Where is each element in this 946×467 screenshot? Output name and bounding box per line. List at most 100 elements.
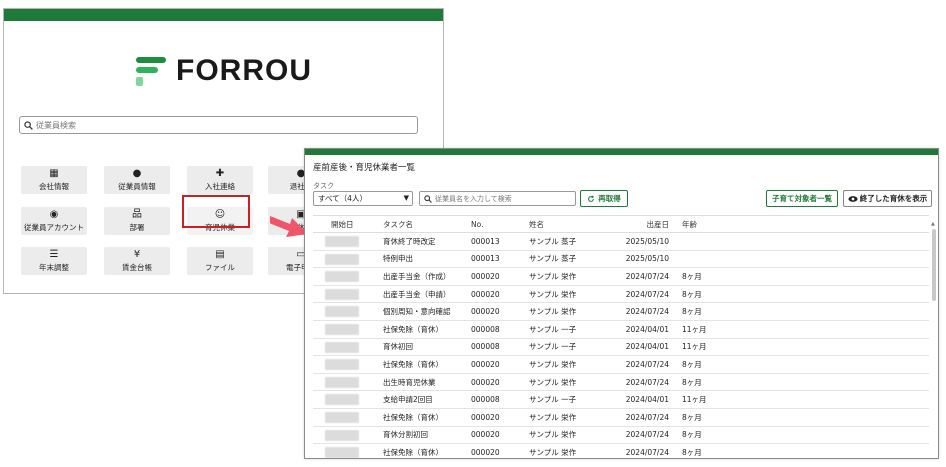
task-name-cell: 支給申請2回目 [383, 395, 433, 405]
birth-date-cell: 2024/04/01 [625, 324, 669, 334]
task-name-cell: 出生時育児休業 [383, 377, 436, 387]
name-cell: サンプル 栄作 [529, 307, 577, 317]
home-top-bar [4, 9, 443, 21]
task-name-cell: 育休初回 [383, 342, 413, 352]
no-cell: 000020 [471, 359, 500, 369]
col-birth-date[interactable]: 出産日 [611, 219, 670, 230]
birth-date-cell: 2024/04/01 [625, 395, 669, 405]
birth-date-cell: 2025/05/10 [625, 236, 669, 246]
table-row[interactable]: 育休分割初回 000020 サンプル 栄作 2024/07/24 8ヶ月 [313, 427, 929, 445]
org-chart-icon: 品 [132, 209, 142, 220]
logo-text: FORROU [176, 54, 312, 87]
no-cell: 000013 [471, 254, 500, 264]
tile-org-chart[interactable]: 品部署 [104, 207, 170, 235]
tile-tune[interactable]: ☰ 年末調整 [21, 247, 87, 275]
start-date-cell [313, 268, 383, 285]
show-finished-leave-button[interactable]: 終了した育休を表示 [843, 190, 932, 207]
logo-mark-icon [134, 56, 166, 86]
age-cell: 11ヶ月 [682, 324, 707, 334]
task-filter-select[interactable]: すべて（4人） ▼ [313, 191, 413, 206]
tile-label: 年末調整 [39, 263, 69, 272]
scroll-up-icon: ▲ [931, 221, 935, 227]
start-date-cell [313, 286, 383, 303]
tile-account-circle[interactable]: ◉ 従業員アカウント [21, 207, 87, 235]
task-filter-label: タスク [313, 182, 334, 190]
tile-person[interactable]: ● 従業員情報 [104, 166, 170, 194]
tile-label: 従業員情報 [118, 182, 156, 191]
table-row[interactable]: 育休初回 000008 サンプル 一子 2024/04/01 11ヶ月 [313, 339, 929, 357]
col-task-name[interactable]: タスク名 [383, 219, 471, 230]
eye-icon [848, 195, 858, 202]
file-icon: ▤ [215, 249, 225, 260]
redacted-date [325, 429, 359, 441]
reload-button-label: 再取得 [598, 194, 621, 203]
task-name-cell: 育休分割初回 [383, 430, 428, 440]
reload-button[interactable]: 再取得 [580, 190, 628, 207]
building-icon: ▦ [49, 168, 59, 179]
table-row[interactable]: 社保免除（育休） 000020 サンプル 栄作 2024/07/24 8ヶ月 [313, 356, 929, 374]
birth-date-cell: 2024/07/24 [625, 359, 669, 369]
name-cell: サンプル 一子 [529, 395, 577, 405]
start-date-cell [313, 321, 383, 338]
task-name-cell: 出産手当金（申請） [383, 289, 451, 299]
name-cell: サンプル 栄作 [529, 271, 577, 281]
no-cell: 000020 [471, 307, 500, 317]
table-scrollbar[interactable]: ▲ [931, 221, 937, 457]
col-age[interactable]: 年齢 [669, 219, 729, 230]
table-row[interactable]: 社保免除（育休） 000020 サンプル 栄作 2024/07/24 8ヶ月 [313, 409, 929, 427]
table-row[interactable]: 育休終了時改定 000013 サンプル 蒸子 2025/05/10 [313, 233, 929, 251]
childcare-tile-highlight [182, 195, 250, 228]
start-date-cell [313, 374, 383, 391]
person-add-icon: ✚ [215, 168, 225, 179]
name-cell: サンプル 栄作 [529, 377, 577, 387]
table-row[interactable]: 個別周知・意向確認 000020 サンプル 栄作 2024/07/24 8ヶ月 [313, 303, 929, 321]
employee-search-input[interactable]: 従業員検索 [19, 116, 418, 134]
tile-file[interactable]: ▤ ファイル [187, 247, 253, 275]
childcare-target-list-button[interactable]: 子育て対象者一覧 [766, 190, 838, 207]
employee-name-search-placeholder: 従業員名を入力して検索 [435, 194, 512, 203]
tile-building[interactable]: ▦ 会社情報 [21, 166, 87, 194]
table-row[interactable]: 社保免除（育休） 000008 サンプル 一子 2024/04/01 11ヶ月 [313, 321, 929, 339]
start-date-cell [313, 303, 383, 320]
table-row[interactable]: 出生時育児休業 000020 サンプル 栄作 2024/07/24 8ヶ月 [313, 374, 929, 392]
redacted-date [325, 394, 359, 406]
col-start-date[interactable]: 開始日 [313, 216, 383, 232]
table-row[interactable]: 出産手当金（作成） 000020 サンプル 栄作 2024/07/24 8ヶ月 [313, 268, 929, 286]
birth-date-cell: 2024/07/24 [625, 430, 669, 440]
redacted-date [325, 236, 359, 247]
person-icon: ● [132, 168, 142, 179]
birth-date-cell: 2024/07/24 [625, 289, 669, 299]
start-date-cell [313, 251, 383, 268]
table-header: 開始日 タスク名 No. 姓名 出産日 年齢 [313, 215, 929, 233]
name-cell: サンプル 一子 [529, 324, 577, 334]
age-cell: 8ヶ月 [682, 359, 702, 369]
name-cell: サンプル 栄作 [529, 412, 577, 422]
age-cell: 8ヶ月 [682, 289, 702, 299]
childcare-list-window: 産前産後・育児休業者一覧 タスク すべて（4人） ▼ 従業員名を入力して検索 再… [304, 148, 939, 459]
childcare-table: 開始日 タスク名 No. 姓名 出産日 年齢 育休終了時改定 000013 サンプル… [313, 215, 929, 458]
table-row[interactable]: 特例申出 000013 サンプル 蒸子 2025/05/10 [313, 251, 929, 269]
redacted-date [325, 306, 359, 318]
scrollbar-thumb[interactable] [932, 229, 936, 301]
task-name-cell: 社保免除（育休） [383, 359, 443, 369]
table-row[interactable]: 出産手当金（申請） 000020 サンプル 栄作 2024/07/24 8ヶ月 [313, 286, 929, 304]
col-no[interactable]: No. [471, 220, 529, 229]
tile-yen-ledger[interactable]: ¥ 賃金台帳 [104, 247, 170, 275]
table-row[interactable]: 支給申請2回目 000008 サンプル 一子 2024/04/01 11ヶ月 [313, 391, 929, 409]
birth-date-cell: 2024/07/24 [625, 447, 669, 457]
yen-ledger-icon: ¥ [133, 249, 141, 260]
redacted-date [325, 288, 359, 300]
search-icon [424, 194, 432, 203]
table-row[interactable]: 社保免除（育休） 000020 サンプル 栄作 2024/07/24 8ヶ月 [313, 444, 929, 458]
tile-label: 従業員アカウント [24, 223, 84, 232]
tile-person-add[interactable]: ✚ 入社連絡 [187, 166, 253, 194]
start-date-cell [313, 339, 383, 356]
page-title: 産前産後・育児休業者一覧 [313, 163, 416, 173]
redacted-date [325, 447, 359, 458]
start-date-cell [313, 356, 383, 373]
name-cell: サンプル 栄作 [529, 430, 577, 440]
col-name[interactable]: 姓名 [529, 219, 611, 230]
birth-date-cell: 2024/07/24 [625, 307, 669, 317]
employee-name-search-input[interactable]: 従業員名を入力して検索 [419, 191, 576, 206]
account-circle-icon: ◉ [49, 209, 59, 220]
